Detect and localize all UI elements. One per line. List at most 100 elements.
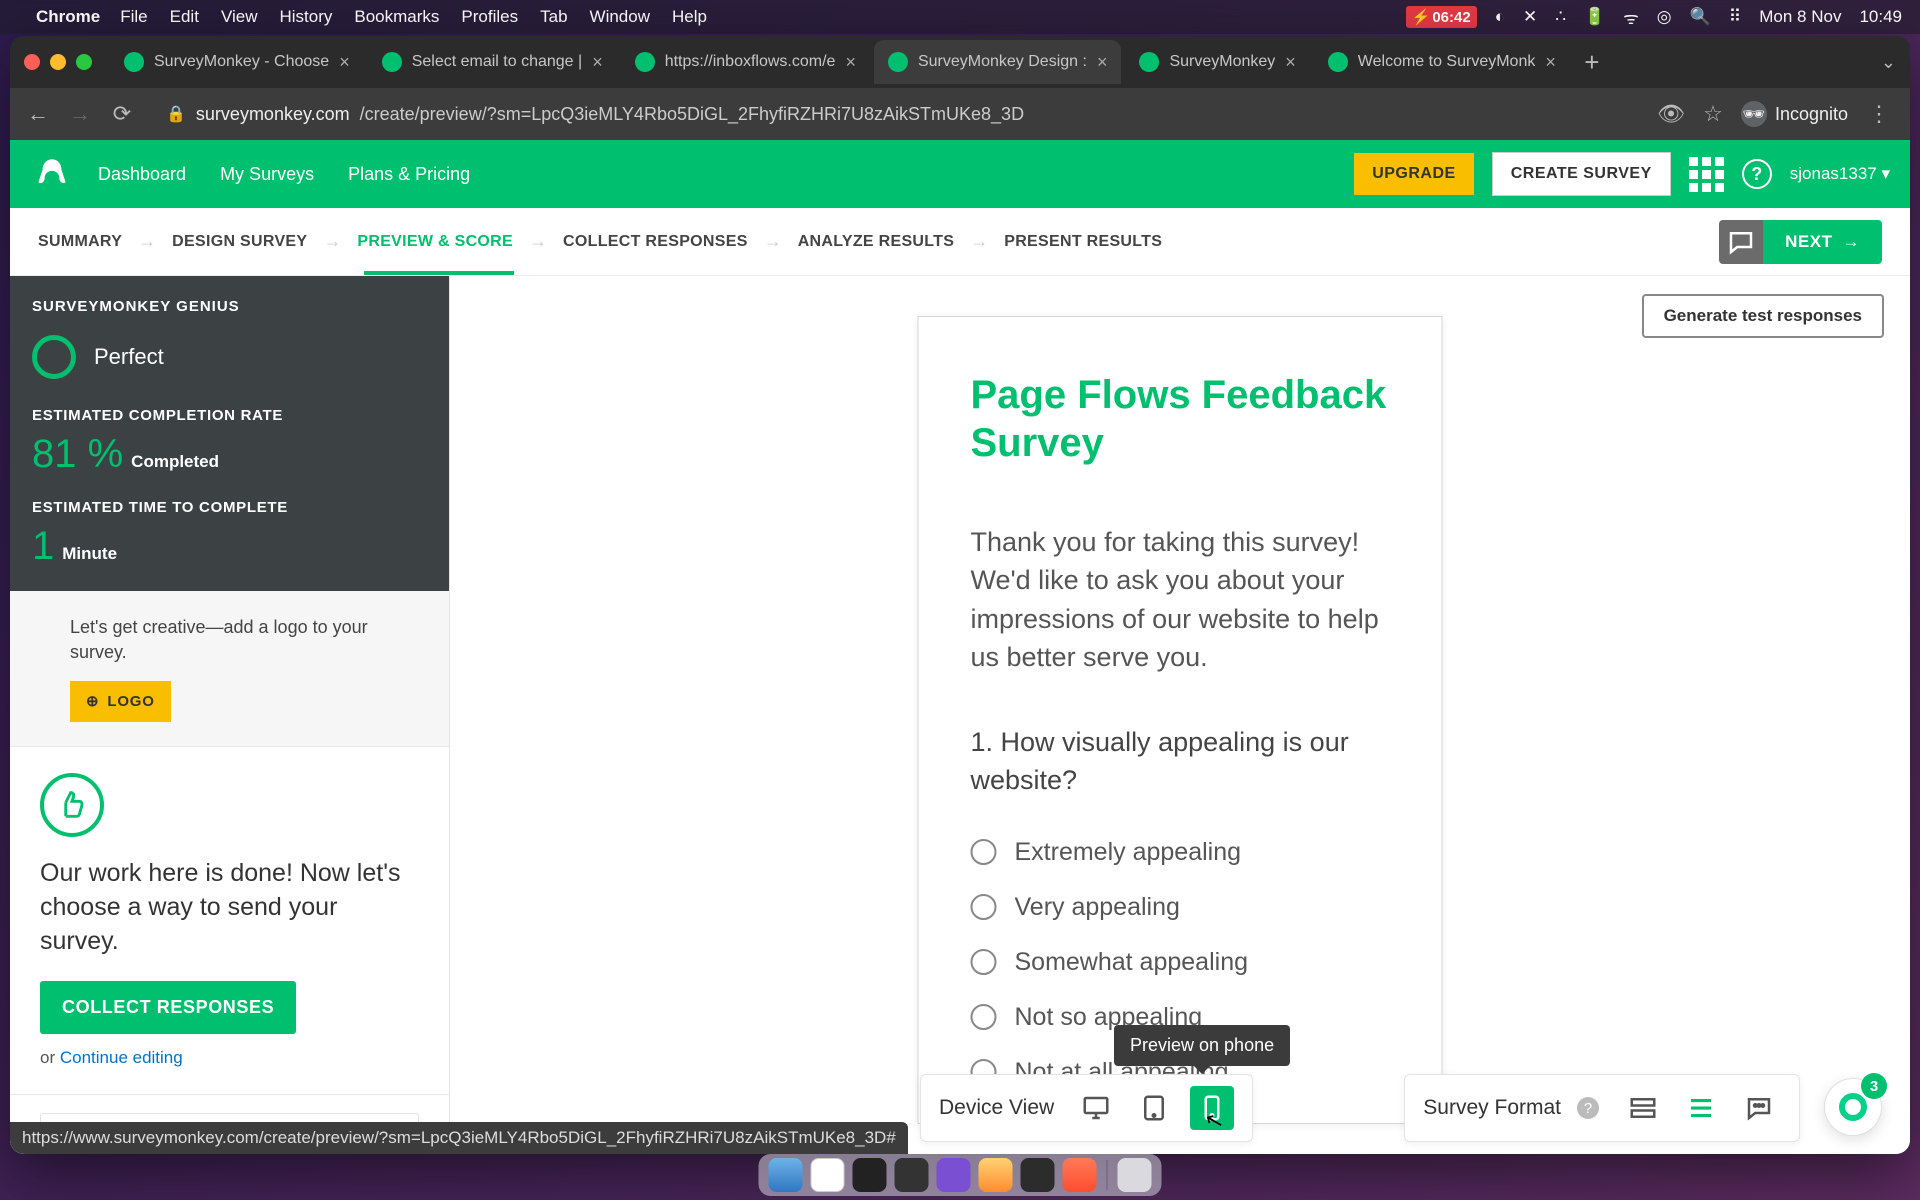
- step-arrow-icon: →: [323, 231, 341, 252]
- dock-trash-icon[interactable]: [1118, 1158, 1152, 1192]
- tab-1[interactable]: SurveyMonkey - Choose×: [110, 40, 364, 84]
- add-logo-button[interactable]: ⊕LOGO: [70, 681, 171, 722]
- device-tooltip: Preview on phone: [1114, 1025, 1290, 1066]
- close-tab-icon[interactable]: ×: [1545, 52, 1556, 73]
- format-classic-button[interactable]: [1679, 1086, 1723, 1130]
- star-icon[interactable]: ☆: [1699, 101, 1727, 127]
- menu-help[interactable]: Help: [672, 7, 707, 27]
- close-tab-icon[interactable]: ×: [1097, 52, 1108, 73]
- collect-responses-button[interactable]: COLLECT RESPONSES: [40, 981, 296, 1034]
- reload-button[interactable]: ⟳: [108, 101, 136, 127]
- menubar-time[interactable]: 10:49: [1859, 7, 1902, 27]
- battery-icon[interactable]: 🔋: [1584, 7, 1605, 27]
- dock-app-icon[interactable]: [1021, 1158, 1055, 1192]
- dock-app-icon[interactable]: [979, 1158, 1013, 1192]
- genius-panel: SURVEYMONKEY GENIUS Perfect ESTIMATED CO…: [10, 276, 449, 591]
- eye-icon[interactable]: 👁: [1657, 101, 1685, 127]
- dock-app-icon[interactable]: [1063, 1158, 1097, 1192]
- menu-file[interactable]: File: [120, 7, 147, 27]
- new-tab-button[interactable]: +: [1574, 44, 1610, 80]
- nav-mysurveys[interactable]: My Surveys: [220, 164, 314, 185]
- create-survey-button[interactable]: CREATE SURVEY: [1492, 152, 1671, 196]
- chat-widget-button[interactable]: 3: [1824, 1078, 1882, 1136]
- tab-4-active[interactable]: SurveyMonkey Design :×: [874, 40, 1121, 84]
- page-content: Dashboard My Surveys Plans & Pricing UPG…: [10, 140, 1910, 1154]
- option-label: Extremely appealing: [1015, 838, 1242, 867]
- step-collect[interactable]: COLLECT RESPONSES: [563, 233, 748, 251]
- device-tablet-button[interactable]: [1132, 1086, 1176, 1130]
- logo-button-label: LOGO: [107, 691, 154, 712]
- close-tab-icon[interactable]: ×: [339, 52, 350, 73]
- option-2[interactable]: Very appealing: [971, 893, 1390, 922]
- format-one-question-button[interactable]: [1621, 1086, 1665, 1130]
- search-icon[interactable]: 🔍: [1690, 7, 1711, 27]
- incognito-label: Incognito: [1775, 104, 1848, 125]
- dock-chrome-icon[interactable]: [811, 1158, 845, 1192]
- status-icon-1[interactable]: ◐: [1495, 7, 1505, 27]
- close-window-button[interactable]: [24, 54, 40, 70]
- surveymonkey-logo-icon[interactable]: [30, 152, 74, 196]
- tab-6[interactable]: Welcome to SurveyMonk×: [1314, 40, 1570, 84]
- dock-app-icon[interactable]: [937, 1158, 971, 1192]
- menu-history[interactable]: History: [279, 7, 332, 27]
- user-menu[interactable]: sjonas1337 ▾: [1790, 164, 1890, 184]
- close-tab-icon[interactable]: ×: [592, 52, 603, 73]
- option-3[interactable]: Somewhat appealing: [971, 948, 1390, 977]
- close-tab-icon[interactable]: ×: [1285, 52, 1296, 73]
- menubar-app[interactable]: Chrome: [36, 7, 100, 27]
- upgrade-button[interactable]: UPGRADE: [1354, 153, 1474, 195]
- nav-dashboard[interactable]: Dashboard: [98, 164, 186, 185]
- next-button[interactable]: NEXT→: [1763, 220, 1882, 264]
- format-conversation-button[interactable]: [1737, 1086, 1781, 1130]
- wifi-icon[interactable]: ᯤ: [1623, 6, 1639, 29]
- step-design[interactable]: DESIGN SURVEY: [172, 233, 307, 251]
- menu-view[interactable]: View: [221, 7, 258, 27]
- dock-finder-icon[interactable]: [769, 1158, 803, 1192]
- device-view-bar: Device View: [920, 1074, 1253, 1142]
- dock-iterm-icon[interactable]: [895, 1158, 929, 1192]
- option-1[interactable]: Extremely appealing: [971, 838, 1390, 867]
- menu-window[interactable]: Window: [590, 7, 650, 27]
- back-button[interactable]: ←: [24, 101, 52, 127]
- browser-menu-button[interactable]: ⋮: [1862, 101, 1896, 127]
- address-bar[interactable]: 🔒 surveymonkey.com/create/preview/?sm=Lp…: [150, 94, 1643, 134]
- menu-edit[interactable]: Edit: [170, 7, 199, 27]
- step-analyze[interactable]: ANALYZE RESULTS: [798, 233, 955, 251]
- tab-overflow-button[interactable]: ⌄: [1881, 52, 1896, 73]
- menu-bookmarks[interactable]: Bookmarks: [354, 7, 439, 27]
- incognito-icon: 🕶: [1741, 101, 1767, 127]
- tab-3[interactable]: https://inboxflows.com/e×: [621, 40, 870, 84]
- forward-button[interactable]: →: [66, 101, 94, 127]
- tab-2[interactable]: Select email to change |×: [368, 40, 617, 84]
- dock-terminal-icon[interactable]: [853, 1158, 887, 1192]
- continue-editing-link[interactable]: Continue editing: [60, 1048, 183, 1067]
- step-summary[interactable]: SUMMARY: [38, 233, 122, 251]
- status-icon-3[interactable]: ∴: [1555, 7, 1566, 27]
- option-label: Somewhat appealing: [1015, 948, 1249, 977]
- status-icon-2[interactable]: ✕: [1523, 7, 1537, 27]
- menu-tab[interactable]: Tab: [540, 7, 567, 27]
- step-preview[interactable]: PREVIEW & SCORE: [357, 233, 513, 251]
- ecr-completed: Completed: [131, 452, 219, 471]
- done-message: Our work here is done! Now let's choose …: [40, 857, 419, 958]
- help-icon[interactable]: ?: [1577, 1097, 1599, 1119]
- menu-profiles[interactable]: Profiles: [461, 7, 518, 27]
- apps-grid-icon[interactable]: [1689, 157, 1724, 192]
- nav-plans[interactable]: Plans & Pricing: [348, 164, 470, 185]
- incognito-indicator[interactable]: 🕶 Incognito: [1741, 101, 1848, 127]
- macos-menubar: Chrome File Edit View History Bookmarks …: [0, 0, 1920, 34]
- genius-title: SURVEYMONKEY GENIUS: [32, 298, 427, 315]
- fullscreen-window-button[interactable]: [76, 54, 92, 70]
- device-desktop-button[interactable]: [1074, 1086, 1118, 1130]
- sync-icon[interactable]: ◎: [1657, 7, 1672, 27]
- control-center-icon[interactable]: ⠿: [1729, 7, 1741, 27]
- step-present[interactable]: PRESENT RESULTS: [1004, 233, 1162, 251]
- minimize-window-button[interactable]: [50, 54, 66, 70]
- generate-test-responses-button[interactable]: Generate test responses: [1642, 294, 1884, 338]
- close-tab-icon[interactable]: ×: [845, 52, 856, 73]
- comments-button[interactable]: [1719, 220, 1763, 264]
- tab-5[interactable]: SurveyMonkey×: [1125, 40, 1309, 84]
- menubar-date[interactable]: Mon 8 Nov: [1759, 7, 1841, 27]
- battery-status[interactable]: ⚡06:42: [1406, 6, 1477, 28]
- help-icon[interactable]: ?: [1742, 159, 1772, 189]
